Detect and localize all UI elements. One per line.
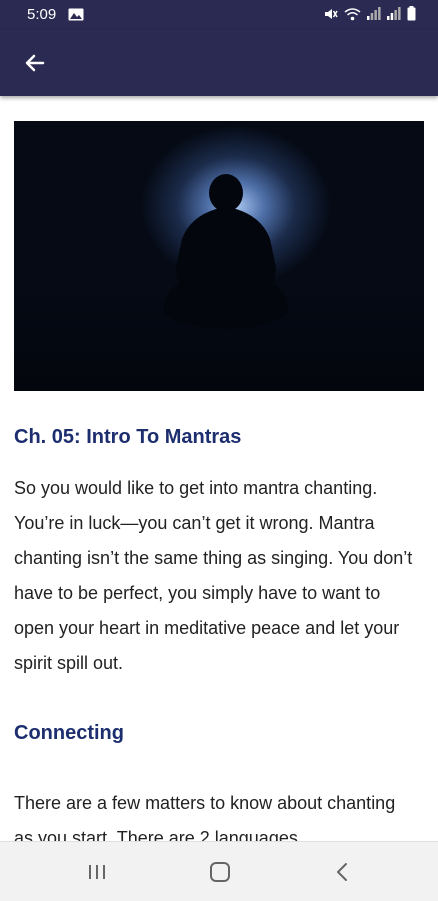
chapter-title: Ch. 05: Intro To Mantras xyxy=(14,426,242,448)
article-content[interactable]: Ch. 05: Intro To Mantras So you would li… xyxy=(0,96,438,841)
battery-icon xyxy=(407,6,416,26)
mute-icon xyxy=(324,7,338,26)
intro-paragraph: So you would like to get into mantra cha… xyxy=(14,478,413,673)
signal-icon xyxy=(367,7,381,25)
home-icon xyxy=(210,862,230,882)
recent-apps-button[interactable] xyxy=(77,856,117,888)
system-nav-bar xyxy=(0,841,438,901)
status-icons xyxy=(324,6,416,26)
back-icon xyxy=(337,863,347,881)
section-paragraph: There are a few matters to know about ch… xyxy=(14,793,396,841)
gallery-icon xyxy=(68,8,84,26)
recent-apps-icon xyxy=(89,865,105,879)
section-heading: Connecting xyxy=(14,722,124,744)
app-bar xyxy=(0,30,438,96)
status-time: 5:09 xyxy=(27,6,57,23)
status-bar: 5:09 xyxy=(0,0,438,30)
silhouette-figure xyxy=(164,174,288,329)
system-back-button[interactable] xyxy=(322,856,362,888)
meditating-silhouette-image xyxy=(14,121,424,391)
arrow-left-icon xyxy=(25,54,45,72)
back-button[interactable] xyxy=(14,42,56,84)
signal-icon xyxy=(387,7,401,25)
wifi-icon xyxy=(344,7,361,26)
home-button[interactable] xyxy=(200,856,240,888)
